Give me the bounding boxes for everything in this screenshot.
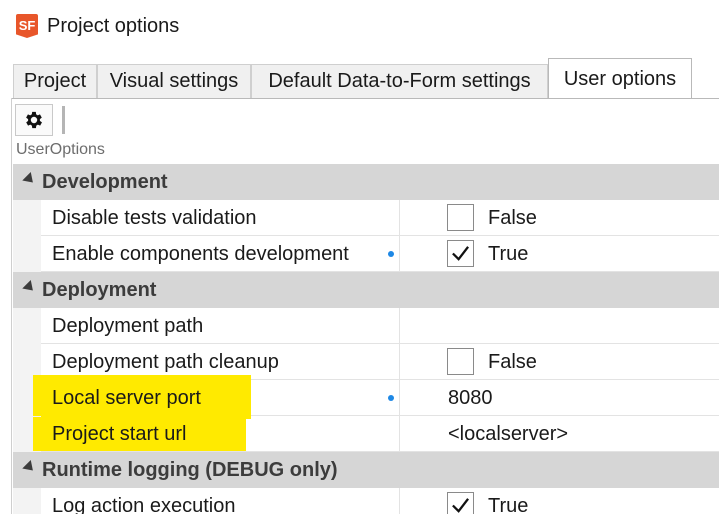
component-name-label: UserOptions bbox=[16, 141, 105, 158]
gear-icon bbox=[26, 111, 42, 129]
property-row-deployment-path[interactable]: Deployment path bbox=[13, 308, 719, 344]
property-grid: Development Disable tests validation Fal… bbox=[13, 164, 719, 514]
property-row-disable-tests-validation[interactable]: Disable tests validation False bbox=[13, 200, 719, 236]
property-value: False bbox=[488, 351, 537, 373]
property-name: Enable components development bbox=[52, 243, 349, 265]
tab-strip: Project Visual settings Default Data-to-… bbox=[0, 58, 719, 99]
property-name: Log action execution bbox=[52, 495, 236, 514]
enable-components-checkbox[interactable] bbox=[447, 240, 474, 267]
row-gutter bbox=[13, 236, 41, 272]
property-name: Disable tests validation bbox=[52, 207, 257, 229]
property-value[interactable]: 8080 bbox=[448, 380, 493, 416]
tab-visual-settings[interactable]: Visual settings bbox=[97, 64, 251, 98]
property-row-project-start-url[interactable]: Project start url <localserver> bbox=[13, 416, 719, 452]
column-divider bbox=[399, 200, 400, 236]
property-value: True bbox=[488, 495, 529, 514]
row-gutter bbox=[13, 488, 41, 514]
tab-user-options[interactable]: User options bbox=[548, 58, 692, 99]
collapse-arrow-icon[interactable] bbox=[22, 459, 38, 475]
tab-content-border bbox=[11, 98, 719, 99]
tab-project[interactable]: Project bbox=[13, 64, 97, 98]
tab-default-data-to-form-settings[interactable]: Default Data-to-Form settings bbox=[251, 64, 548, 98]
checkmark-icon bbox=[452, 498, 470, 513]
category-runtime-logging[interactable]: Runtime logging (DEBUG only) bbox=[13, 452, 719, 488]
row-gutter bbox=[13, 200, 41, 236]
checkmark-icon bbox=[452, 246, 470, 261]
property-value: False bbox=[488, 207, 537, 229]
modified-indicator-icon bbox=[388, 395, 394, 401]
property-name: Local server port bbox=[52, 387, 201, 409]
category-label: Development bbox=[42, 171, 168, 193]
category-development[interactable]: Development bbox=[13, 164, 719, 200]
property-name: Project start url bbox=[52, 423, 187, 445]
category-label: Deployment bbox=[42, 279, 157, 301]
title-bar: SF Project options bbox=[0, 0, 719, 52]
property-row-enable-components-development[interactable]: Enable components development True bbox=[13, 236, 719, 272]
category-label: Runtime logging (DEBUG only) bbox=[42, 459, 338, 481]
property-name: Deployment path bbox=[52, 315, 204, 337]
modified-indicator-icon bbox=[388, 251, 394, 257]
collapse-arrow-icon[interactable] bbox=[22, 171, 38, 187]
row-gutter bbox=[13, 308, 41, 344]
panel-left-border bbox=[11, 98, 12, 514]
log-action-checkbox[interactable] bbox=[447, 492, 474, 514]
column-divider bbox=[399, 488, 400, 514]
app-logo-icon: SF bbox=[16, 14, 38, 38]
settings-button[interactable] bbox=[15, 104, 53, 136]
deployment-cleanup-checkbox[interactable] bbox=[447, 348, 474, 375]
property-row-log-action-execution[interactable]: Log action execution True bbox=[13, 488, 719, 514]
toolbar-separator bbox=[62, 106, 65, 134]
collapse-arrow-icon[interactable] bbox=[22, 279, 38, 295]
disable-tests-checkbox[interactable] bbox=[447, 204, 474, 231]
column-divider bbox=[399, 308, 400, 344]
property-value: True bbox=[488, 243, 529, 265]
property-value[interactable]: <localserver> bbox=[448, 416, 568, 452]
column-divider bbox=[399, 380, 400, 416]
property-row-local-server-port[interactable]: Local server port 8080 bbox=[13, 375, 719, 419]
column-divider bbox=[399, 416, 400, 452]
column-divider bbox=[399, 344, 400, 380]
column-divider bbox=[399, 236, 400, 272]
window-title: Project options bbox=[47, 15, 180, 37]
category-deployment[interactable]: Deployment bbox=[13, 272, 719, 308]
